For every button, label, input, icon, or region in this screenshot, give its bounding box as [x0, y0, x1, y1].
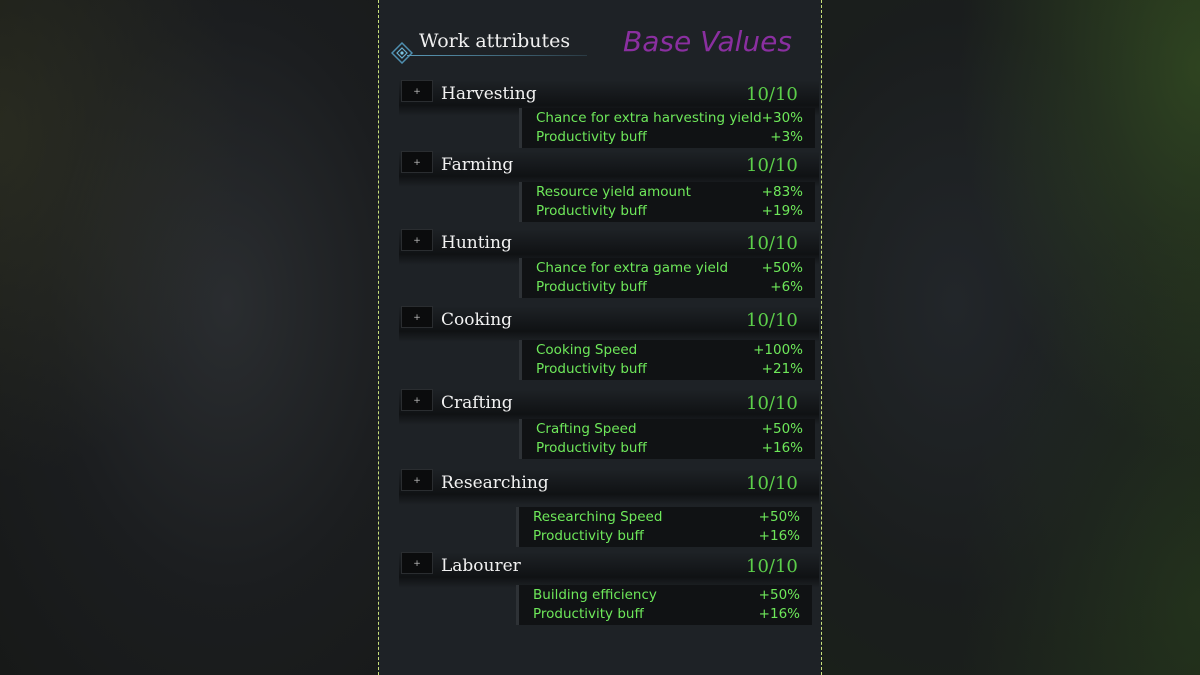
effect-line: Productivity buff +21%	[536, 361, 803, 380]
attribute-level: 10/10	[746, 310, 798, 331]
attribute-researching: + Researching 10/10 Researching Speed +5…	[379, 469, 823, 547]
base-values-overlay: Base Values	[623, 25, 792, 58]
effect-label: Building efficiency	[533, 587, 657, 603]
attribute-harvesting: + Harvesting 10/10 Chance for extra harv…	[379, 80, 823, 150]
effect-value: +50%	[761, 421, 803, 437]
attribute-cooking: + Cooking 10/10 Cooking Speed +100% Prod…	[379, 306, 823, 380]
upgrade-researching-button[interactable]: +	[401, 469, 433, 491]
attribute-effects: Cooking Speed +100% Productivity buff +2…	[519, 340, 815, 380]
upgrade-farming-button[interactable]: +	[401, 151, 433, 173]
effect-label: Productivity buff	[536, 203, 647, 219]
effect-line: Productivity buff +16%	[536, 440, 803, 459]
effect-line: Chance for extra harvesting yield +30%	[536, 110, 803, 129]
effect-value: +30%	[761, 110, 803, 126]
effect-value: +19%	[761, 203, 803, 219]
diamond-emblem-icon	[390, 41, 414, 65]
effect-label: Productivity buff	[533, 606, 644, 622]
effect-line: Resource yield amount +83%	[536, 184, 803, 203]
effect-line: Researching Speed +50%	[533, 509, 800, 528]
effect-label: Productivity buff	[536, 440, 647, 456]
attribute-labourer: + Labourer 10/10 Building efficiency +50…	[379, 552, 823, 625]
attribute-effects: Chance for extra harvesting yield +30% P…	[519, 108, 815, 148]
background-right	[822, 0, 1200, 675]
attribute-name: Crafting	[441, 393, 513, 413]
effect-line: Crafting Speed +50%	[536, 421, 803, 440]
work-attributes-panel: Work attributes Base Values + Harvesting…	[378, 0, 822, 675]
effect-value: +50%	[761, 260, 803, 276]
upgrade-cooking-button[interactable]: +	[401, 306, 433, 328]
effect-value: +6%	[770, 279, 803, 295]
attribute-level: 10/10	[746, 233, 798, 254]
background-left	[0, 0, 378, 675]
effect-label: Chance for extra game yield	[536, 260, 729, 276]
attribute-crafting: + Crafting 10/10 Crafting Speed +50% Pro…	[379, 389, 823, 459]
attribute-name: Hunting	[441, 233, 512, 253]
attribute-effects: Chance for extra game yield +50% Product…	[519, 258, 815, 298]
effect-line: Building efficiency +50%	[533, 587, 800, 606]
effect-value: +100%	[753, 342, 803, 358]
attribute-name: Farming	[441, 155, 514, 175]
effect-label: Productivity buff	[536, 279, 647, 295]
attribute-level: 10/10	[746, 556, 798, 577]
upgrade-hunting-button[interactable]: +	[401, 229, 433, 251]
effect-line: Productivity buff +16%	[533, 606, 800, 625]
attribute-effects: Building efficiency +50% Productivity bu…	[516, 585, 812, 625]
effect-value: +50%	[758, 587, 800, 603]
attribute-level: 10/10	[746, 393, 798, 414]
attribute-farming: + Farming 10/10 Resource yield amount +8…	[379, 151, 823, 222]
effect-value: +3%	[770, 129, 803, 145]
effect-label: Productivity buff	[536, 361, 647, 377]
attribute-name: Cooking	[441, 310, 513, 330]
attribute-level: 10/10	[746, 84, 798, 105]
effect-line: Chance for extra game yield +50%	[536, 260, 803, 279]
upgrade-labourer-button[interactable]: +	[401, 552, 433, 574]
effect-value: +50%	[758, 509, 800, 525]
effect-line: Productivity buff +19%	[536, 203, 803, 222]
effect-line: Productivity buff +3%	[536, 129, 803, 148]
header-underline	[407, 55, 587, 56]
attribute-effects: Resource yield amount +83% Productivity …	[519, 182, 815, 222]
effect-value: +16%	[758, 606, 800, 622]
effect-label: Productivity buff	[536, 129, 647, 145]
attribute-name: Researching	[441, 473, 549, 493]
attribute-effects: Crafting Speed +50% Productivity buff +1…	[519, 419, 815, 459]
attribute-level: 10/10	[746, 473, 798, 494]
effect-value: +21%	[761, 361, 803, 377]
effect-label: Chance for extra harvesting yield	[536, 110, 762, 126]
effect-label: Resource yield amount	[536, 184, 691, 200]
panel-title: Work attributes	[419, 30, 571, 52]
upgrade-crafting-button[interactable]: +	[401, 389, 433, 411]
attribute-effects: Researching Speed +50% Productivity buff…	[516, 507, 812, 547]
attribute-name: Harvesting	[441, 84, 537, 104]
effect-line: Productivity buff +16%	[533, 528, 800, 547]
attribute-hunting: + Hunting 10/10 Chance for extra game yi…	[379, 229, 823, 299]
effect-label: Cooking Speed	[536, 342, 638, 358]
attribute-level: 10/10	[746, 155, 798, 176]
effect-label: Researching Speed	[533, 509, 663, 525]
upgrade-harvesting-button[interactable]: +	[401, 80, 433, 102]
effect-line: Productivity buff +6%	[536, 279, 803, 298]
effect-value: +16%	[761, 440, 803, 456]
panel-header: Work attributes Base Values	[389, 25, 809, 66]
effect-label: Productivity buff	[533, 528, 644, 544]
effect-value: +83%	[761, 184, 803, 200]
attribute-name: Labourer	[441, 556, 521, 576]
effect-line: Cooking Speed +100%	[536, 342, 803, 361]
effect-value: +16%	[758, 528, 800, 544]
effect-label: Crafting Speed	[536, 421, 637, 437]
